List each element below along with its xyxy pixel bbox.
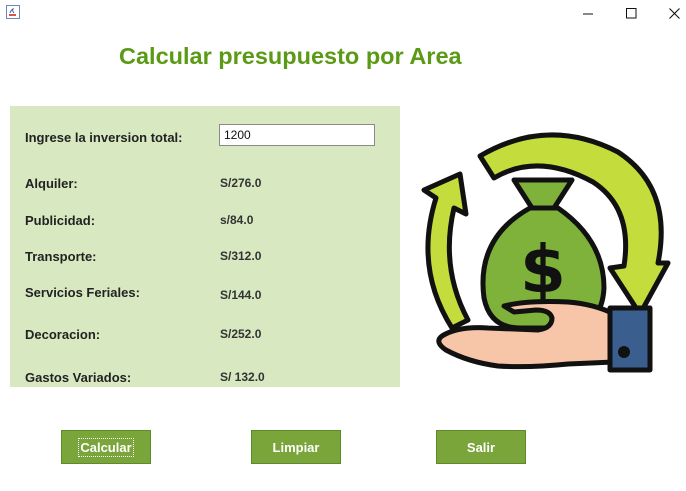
salir-button[interactable]: Salir [436, 430, 526, 464]
window-titlebar [0, 0, 686, 26]
limpiar-button[interactable]: Limpiar [251, 430, 341, 464]
publicidad-label: Publicidad: [25, 213, 96, 228]
minimize-button[interactable] [565, 0, 611, 26]
minimize-icon [582, 13, 593, 14]
salir-button-label: Salir [466, 439, 496, 455]
publicidad-value: s/84.0 [220, 213, 254, 227]
page-title: Calcular presupuesto por Area [119, 43, 462, 69]
java-cup-icon [6, 5, 20, 19]
alquiler-label: Alquiler: [25, 176, 78, 191]
close-icon [668, 7, 680, 19]
svg-text:$: $ [520, 231, 566, 308]
alquiler-value: S/276.0 [220, 176, 262, 190]
servicios-feriales-value: S/144.0 [220, 288, 262, 302]
limpiar-button-label: Limpiar [272, 439, 320, 455]
transporte-value: S/312.0 [220, 249, 262, 263]
transporte-label: Transporte: [25, 249, 97, 264]
inversion-label: Ingrese la inversion total: [25, 130, 183, 145]
calcular-button-label: Calcular [78, 437, 134, 457]
gastos-variados-value: S/ 132.0 [220, 370, 265, 384]
inversion-input[interactable] [219, 124, 375, 146]
maximize-icon [625, 7, 636, 18]
maximize-button[interactable] [608, 0, 654, 26]
money-bag-hand-cycle-icon: $ [421, 132, 671, 373]
close-button[interactable] [651, 0, 686, 26]
gastos-variados-label: Gastos Variados: [25, 370, 132, 385]
decoracion-value: S/252.0 [220, 327, 262, 341]
servicios-feriales-label: Servicios Feriales: [25, 285, 140, 300]
form-panel [10, 106, 400, 387]
calcular-button[interactable]: Calcular [61, 430, 151, 464]
decoracion-label: Decoracion: [25, 327, 101, 342]
